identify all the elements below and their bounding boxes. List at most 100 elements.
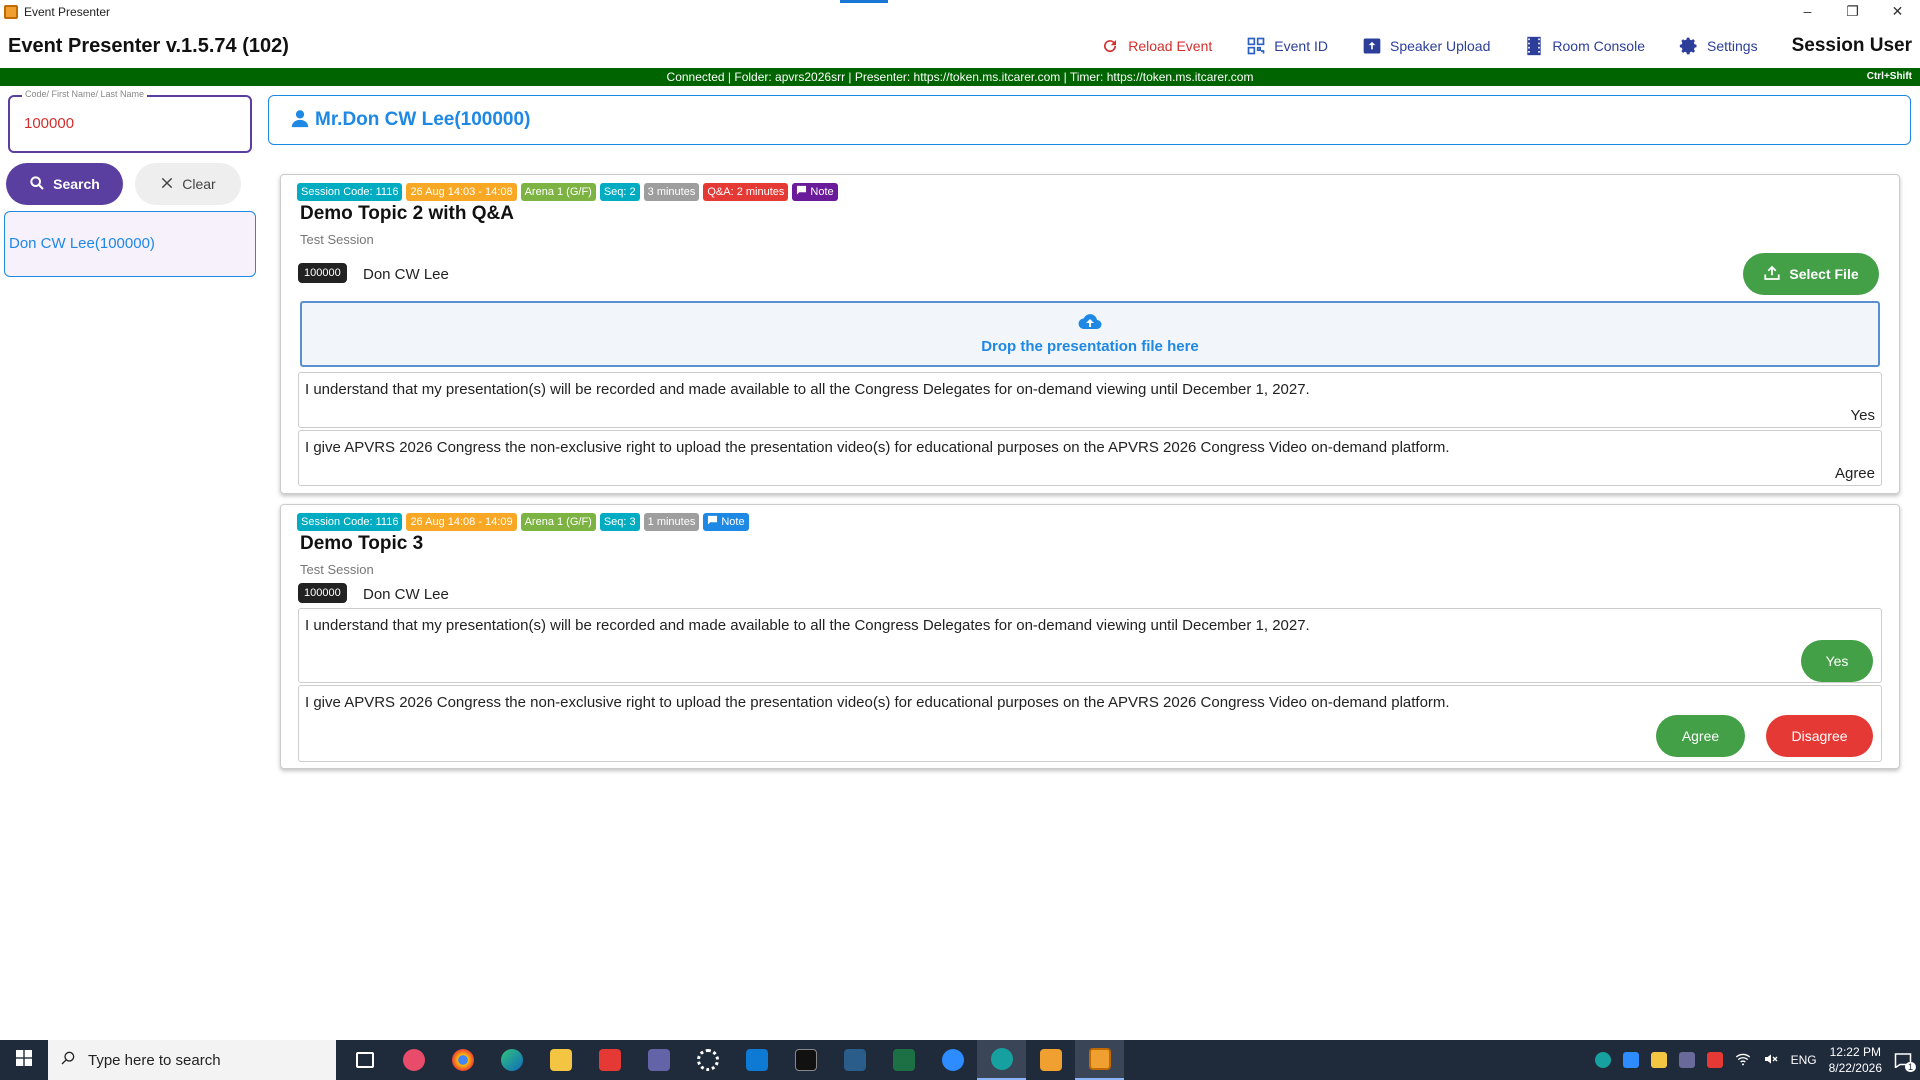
taskbar-apps — [340, 1040, 1124, 1080]
taskbar-clock[interactable]: 12:22 PM 8/22/2026 — [1829, 1044, 1882, 1076]
dropzone-text: Drop the presentation file here — [981, 338, 1199, 355]
event-presenter-taskbar-icon[interactable] — [1075, 1040, 1124, 1080]
shortcut-hint: Ctrl+Shift — [1866, 71, 1912, 82]
selected-speaker-header: Mr.Don CW Lee(100000) — [268, 95, 1911, 145]
app-logo-icon — [4, 5, 18, 19]
tray-app-icon[interactable] — [1678, 1052, 1695, 1068]
upload-consent: I give APVRS 2026 Congress the non-exclu… — [298, 430, 1882, 486]
list-item[interactable]: Don CW Lee(100000) — [9, 235, 155, 252]
task-view-icon[interactable] — [340, 1040, 389, 1080]
search-field[interactable]: Code/ First Name/ Last Name — [8, 89, 252, 153]
volume-muted-icon[interactable] — [1763, 1052, 1779, 1069]
tray-shield-icon[interactable] — [1650, 1052, 1667, 1068]
connection-status-text: Connected | Folder: apvrs2026srr | Prese… — [666, 70, 1254, 84]
comment-icon — [707, 515, 718, 529]
windows-logo-icon — [16, 1049, 32, 1071]
event-id-button[interactable]: Event ID — [1246, 36, 1328, 56]
search-input[interactable] — [24, 115, 234, 132]
note-badge-label: Note — [810, 186, 834, 198]
os-taskbar: Type here to search ENG 12:22 PM 8/22/20… — [0, 1040, 1920, 1080]
tray-app-icon[interactable] — [1594, 1052, 1611, 1068]
zoom-icon[interactable] — [928, 1040, 977, 1080]
session-subtitle: Test Session — [300, 232, 374, 247]
sequence-badge: Seq: 3 — [599, 513, 640, 531]
upload-consent-text: I give APVRS 2026 Congress the non-exclu… — [305, 439, 1450, 456]
topic-title: Demo Topic 2 with Q&A — [300, 203, 514, 224]
yes-button[interactable]: Yes — [1801, 640, 1873, 682]
powershell-icon[interactable] — [830, 1040, 879, 1080]
upload-box-icon — [1362, 36, 1382, 56]
tray-app-icon[interactable] — [1622, 1052, 1639, 1068]
file-dropzone[interactable]: Drop the presentation file here — [300, 301, 1880, 367]
language-indicator[interactable]: ENG — [1791, 1053, 1817, 1067]
session-user[interactable]: Session User — [1792, 35, 1912, 57]
clear-button[interactable]: Clear — [135, 163, 241, 205]
teams-icon[interactable] — [634, 1040, 683, 1080]
agree-button[interactable]: Agree — [1656, 715, 1745, 757]
note-badge-label: Note — [721, 516, 745, 528]
person-icon — [289, 107, 311, 134]
wifi-icon[interactable] — [1735, 1052, 1751, 1069]
presenter-name: Don CW Lee — [363, 586, 449, 603]
disagree-button[interactable]: Disagree — [1766, 715, 1873, 757]
room-console-button[interactable]: Room Console — [1524, 36, 1645, 56]
file-explorer-icon[interactable] — [536, 1040, 585, 1080]
paint-app-icon[interactable] — [389, 1040, 438, 1080]
upload-consent-text: I give APVRS 2026 Congress the non-exclu… — [305, 694, 1450, 711]
taskbar-search-placeholder: Type here to search — [88, 1051, 221, 1069]
clock-date: 8/22/2026 — [1828, 1061, 1882, 1075]
notification-count: 1 — [1904, 1062, 1916, 1072]
session-code-badge: Session Code: 1116 — [297, 513, 403, 531]
recording-consent-answer: Yes — [1850, 407, 1875, 424]
film-icon — [1524, 36, 1544, 56]
room-badge: Arena 1 (G/F) — [520, 513, 596, 531]
anydesk-icon[interactable] — [585, 1040, 634, 1080]
session-card: Session Code: 1116 26 Aug 14:08 - 14:09 … — [280, 504, 1900, 769]
reload-event-button[interactable]: Reload Event — [1100, 36, 1212, 56]
qr-code-icon — [1246, 36, 1266, 56]
edge-icon[interactable] — [487, 1040, 536, 1080]
select-file-label: Select File — [1789, 266, 1859, 282]
loading-indicator — [840, 0, 888, 3]
upload-consent-answer: Agree — [1834, 465, 1875, 482]
speaker-name: Mr.Don CW Lee(100000) — [315, 109, 531, 130]
settings-app-icon[interactable] — [683, 1040, 732, 1080]
window-controls: – ❐ ✕ — [1785, 0, 1920, 24]
terminal-icon[interactable] — [781, 1040, 830, 1080]
time-badge: 26 Aug 14:08 - 14:09 — [406, 513, 517, 531]
app-orange-icon[interactable] — [1026, 1040, 1075, 1080]
presenter-code-chip: 100000 — [298, 263, 347, 283]
search-field-label: Code/ First Name/ Last Name — [22, 89, 148, 99]
notification-icon[interactable]: 1 — [1894, 1052, 1916, 1072]
search-button-label: Search — [53, 176, 100, 192]
excel-icon[interactable] — [879, 1040, 928, 1080]
vscode-icon[interactable] — [732, 1040, 781, 1080]
search-icon — [60, 1050, 76, 1070]
close-icon — [160, 176, 174, 193]
refresh-icon — [1100, 36, 1120, 56]
recording-consent-text: I understand that my presentation(s) wil… — [305, 381, 1310, 398]
taskbar-search[interactable]: Type here to search — [48, 1040, 336, 1080]
system-tray: ENG 12:22 PM 8/22/2026 1 — [1594, 1040, 1920, 1080]
app-header: Event Presenter v.1.5.74 (102) Reload Ev… — [0, 24, 1920, 68]
presenter-name: Don CW Lee — [363, 266, 449, 283]
chrome-icon[interactable] — [438, 1040, 487, 1080]
comment-icon — [796, 185, 807, 199]
app-running-icon[interactable] — [977, 1040, 1026, 1080]
minimize-icon[interactable]: – — [1785, 0, 1830, 24]
presenter-code-chip: 100000 — [298, 583, 347, 603]
windows-start-button[interactable] — [0, 1040, 48, 1080]
recording-consent: I understand that my presentation(s) wil… — [298, 372, 1882, 428]
note-badge[interactable]: Note — [703, 513, 749, 531]
close-icon[interactable]: ✕ — [1875, 0, 1920, 24]
sequence-badge: Seq: 2 — [599, 183, 640, 201]
settings-button[interactable]: Settings — [1679, 36, 1758, 56]
select-file-button[interactable]: Select File — [1743, 253, 1879, 295]
note-badge[interactable]: Note — [792, 183, 838, 201]
speaker-upload-button[interactable]: Speaker Upload — [1362, 36, 1490, 56]
restore-icon[interactable]: ❐ — [1830, 0, 1875, 24]
speaker-upload-label: Speaker Upload — [1389, 38, 1491, 54]
search-button[interactable]: Search — [6, 163, 123, 205]
tray-app-icon[interactable] — [1706, 1052, 1723, 1068]
window-titlebar: Event Presenter – ❐ ✕ — [0, 0, 1920, 24]
